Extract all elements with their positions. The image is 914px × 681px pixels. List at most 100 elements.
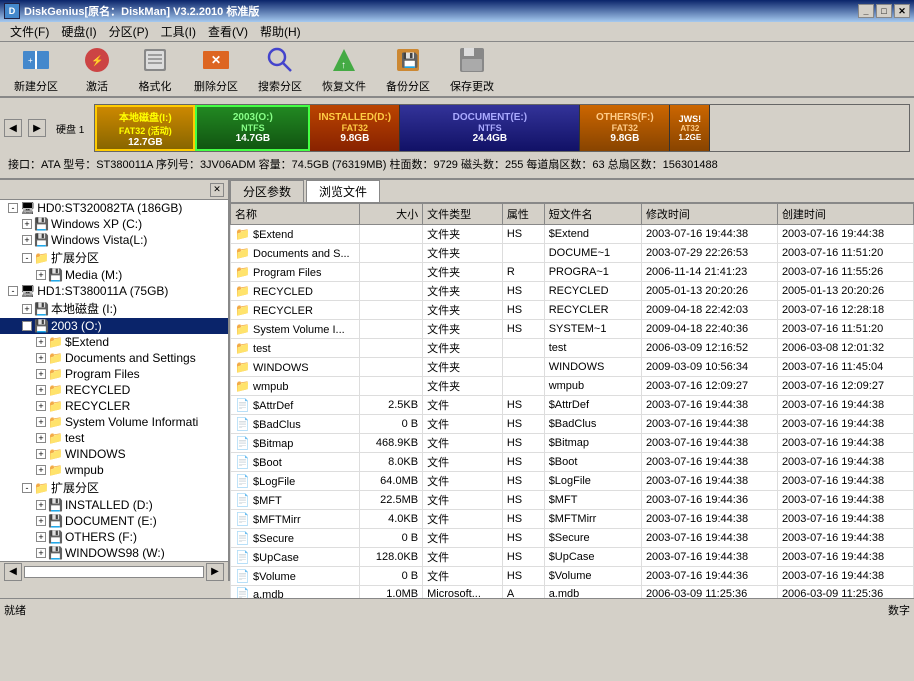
menu-partition[interactable]: 分区(P) — [103, 21, 155, 42]
partition-seg-f[interactable]: OTHERS(F:) FAT32 9.8GB — [580, 105, 670, 151]
partition-seg-e[interactable]: DOCUMENT(E:) NTFS 24.4GB — [400, 105, 580, 151]
menu-tools[interactable]: 工具(I) — [155, 21, 202, 42]
table-row[interactable]: 📄 $MFTMirr 4.0KB 文件 HS $MFTMirr 2003-07-… — [231, 510, 914, 529]
table-row[interactable]: 📄 $Bitmap 468.9KB 文件 HS $Bitmap 2003-07-… — [231, 434, 914, 453]
expand-recycled[interactable]: + — [36, 385, 46, 395]
partition-seg-d[interactable]: INSTALLED(D:) FAT32 9.8GB — [310, 105, 400, 151]
menu-file[interactable]: 文件(F) — [4, 21, 55, 42]
tab-partition-params[interactable]: 分区参数 — [230, 180, 304, 202]
table-row[interactable]: 📄 $MFT 22.5MB 文件 HS $MFT 2003-07-16 19:4… — [231, 491, 914, 510]
table-row[interactable]: 📄 $LogFile 64.0MB 文件 HS $LogFile 2003-07… — [231, 472, 914, 491]
backup-partition-button[interactable]: 💾 备份分区 — [380, 42, 436, 96]
expand-winxp[interactable]: + — [22, 219, 32, 229]
col-modified[interactable]: 修改时间 — [641, 204, 777, 225]
expand-test[interactable]: + — [36, 433, 46, 443]
tree-item-hd1[interactable]: - 🖥 HD1:ST380011A (75GB) — [0, 283, 228, 299]
format-button[interactable]: 格式化 — [130, 42, 180, 96]
tree-item-others-f[interactable]: + 💾 OTHERS (F:) — [0, 529, 228, 545]
expand-wmpub[interactable]: + — [36, 465, 46, 475]
partition-seg-jws[interactable]: JWS! AT32 1.2GE — [670, 105, 710, 151]
tree-scroll-left[interactable]: ◀ — [4, 563, 22, 581]
table-row[interactable]: 📁 wmpub 文件夹 wmpub 2003-07-16 12:09:27 20… — [231, 377, 914, 396]
col-attr[interactable]: 属性 — [502, 204, 544, 225]
expand-ext2[interactable]: - — [22, 483, 32, 493]
tree-scroll-right[interactable]: ▶ — [206, 563, 224, 581]
table-row[interactable]: 📁 RECYCLED 文件夹 HS RECYCLED 2005-01-13 20… — [231, 282, 914, 301]
new-partition-button[interactable]: + 新建分区 — [8, 42, 64, 96]
menu-help[interactable]: 帮助(H) — [254, 21, 307, 42]
nav-forward-button[interactable]: ▶ — [28, 119, 46, 137]
expand-docs[interactable]: + — [36, 353, 46, 363]
col-created[interactable]: 创建时间 — [777, 204, 913, 225]
col-type[interactable]: 文件类型 — [423, 204, 503, 225]
tree-item-recycled[interactable]: + 📁 RECYCLED — [0, 382, 228, 398]
tree-item-hd0[interactable]: - 🖥 HD0:ST320082TA (186GB) — [0, 200, 228, 216]
partition-seg-i[interactable]: 本地磁盘(I:) FAT32 (活动) 12.7GB — [95, 105, 195, 151]
tree-item-document-e[interactable]: + 💾 DOCUMENT (E:) — [0, 513, 228, 529]
tree-item-recycler[interactable]: + 📁 RECYCLER — [0, 398, 228, 414]
tree-item-ext1[interactable]: - 📁 扩展分区 — [0, 248, 228, 267]
tree-item-wmpub[interactable]: + 📁 wmpub — [0, 462, 228, 478]
menu-disk[interactable]: 硬盘(I) — [55, 21, 102, 42]
tree-item-extend[interactable]: + 📁 $Extend — [0, 334, 228, 350]
expand-hd0[interactable]: - — [8, 203, 18, 213]
table-row[interactable]: 📄 a.mdb 1.0MB Microsoft... A a.mdb 2006-… — [231, 586, 914, 599]
expand-o2003[interactable]: - — [22, 321, 32, 331]
col-short-name[interactable]: 短文件名 — [544, 204, 641, 225]
tree-item-o2003[interactable]: - 💾 2003 (O:) — [0, 318, 228, 334]
table-row[interactable]: 📁 RECYCLER 文件夹 HS RECYCLER 2009-04-18 22… — [231, 301, 914, 320]
table-row[interactable]: 📁 Program Files 文件夹 R PROGRA~1 2006-11-1… — [231, 263, 914, 282]
tree-item-docs[interactable]: + 📁 Documents and Settings — [0, 350, 228, 366]
expand-sysvolinfo[interactable]: + — [36, 417, 46, 427]
expand-windows[interactable]: + — [36, 449, 46, 459]
tree-item-media[interactable]: + 💾 Media (M:) — [0, 267, 228, 283]
expand-progfiles[interactable]: + — [36, 369, 46, 379]
expand-installed[interactable]: + — [36, 500, 46, 510]
tree-item-winvista[interactable]: + 💾 Windows Vista(L:) — [0, 232, 228, 248]
expand-document-e[interactable]: + — [36, 516, 46, 526]
expand-media[interactable]: + — [36, 270, 46, 280]
tree-item-test[interactable]: + 📁 test — [0, 430, 228, 446]
recover-file-button[interactable]: ↑ 恢复文件 — [316, 42, 372, 96]
minimize-button[interactable]: _ — [858, 4, 874, 18]
save-changes-button[interactable]: 保存更改 — [444, 42, 500, 96]
expand-others-f[interactable]: + — [36, 532, 46, 542]
expand-local-i[interactable]: + — [22, 304, 32, 314]
tree-item-progfiles[interactable]: + 📁 Program Files — [0, 366, 228, 382]
col-size[interactable]: 大小 — [360, 204, 423, 225]
table-row[interactable]: 📄 $Boot 8.0KB 文件 HS $Boot 2003-07-16 19:… — [231, 453, 914, 472]
close-button[interactable]: ✕ — [894, 4, 910, 18]
col-name[interactable]: 名称 — [231, 204, 360, 225]
tree-item-installed[interactable]: + 💾 INSTALLED (D:) — [0, 497, 228, 513]
tree-item-sysvolinfo[interactable]: + 📁 System Volume Informati — [0, 414, 228, 430]
expand-recycler[interactable]: + — [36, 401, 46, 411]
table-row[interactable]: 📁 $Extend 文件夹 HS $Extend 2003-07-16 19:4… — [231, 225, 914, 244]
expand-winvista[interactable]: + — [22, 235, 32, 245]
expand-win98[interactable]: + — [36, 548, 46, 558]
tree-item-win98[interactable]: + 💾 WINDOWS98 (W:) — [0, 545, 228, 561]
table-row[interactable]: 📁 System Volume I... 文件夹 HS SYSTEM~1 200… — [231, 320, 914, 339]
delete-partition-button[interactable]: ✕ 删除分区 — [188, 42, 244, 96]
table-row[interactable]: 📄 $BadClus 0 B 文件 HS $BadClus 2003-07-16… — [231, 415, 914, 434]
partition-seg-o[interactable]: 2003(O:) NTFS 14.7GB — [195, 105, 310, 151]
search-partition-button[interactable]: 搜索分区 — [252, 42, 308, 96]
nav-back-button[interactable]: ◀ — [4, 119, 22, 137]
left-panel-close[interactable]: ✕ — [210, 183, 224, 197]
table-row[interactable]: 📁 test 文件夹 test 2006-03-09 12:16:52 2006… — [231, 339, 914, 358]
tree-item-winxp[interactable]: + 💾 Windows XP (C:) — [0, 216, 228, 232]
tree-item-ext2[interactable]: - 📁 扩展分区 — [0, 478, 228, 497]
menu-view[interactable]: 查看(V) — [202, 21, 254, 42]
table-row[interactable]: 📄 $Volume 0 B 文件 HS $Volume 2003-07-16 1… — [231, 567, 914, 586]
table-row[interactable]: 📁 WINDOWS 文件夹 WINDOWS 2009-03-09 10:56:3… — [231, 358, 914, 377]
table-row[interactable]: 📄 $UpCase 128.0KB 文件 HS $UpCase 2003-07-… — [231, 548, 914, 567]
tree-item-local-i[interactable]: + 💾 本地磁盘 (I:) — [0, 299, 228, 318]
table-row[interactable]: 📄 $AttrDef 2.5KB 文件 HS $AttrDef 2003-07-… — [231, 396, 914, 415]
expand-extend[interactable]: + — [36, 337, 46, 347]
maximize-button[interactable]: □ — [876, 4, 892, 18]
expand-ext1[interactable]: - — [22, 253, 32, 263]
tab-browse-files[interactable]: 浏览文件 — [306, 180, 380, 202]
expand-hd1[interactable]: - — [8, 286, 18, 296]
table-row[interactable]: 📁 Documents and S... 文件夹 DOCUME~1 2003-0… — [231, 244, 914, 263]
activate-button[interactable]: ⚡ 激活 — [72, 42, 122, 96]
table-row[interactable]: 📄 $Secure 0 B 文件 HS $Secure 2003-07-16 1… — [231, 529, 914, 548]
